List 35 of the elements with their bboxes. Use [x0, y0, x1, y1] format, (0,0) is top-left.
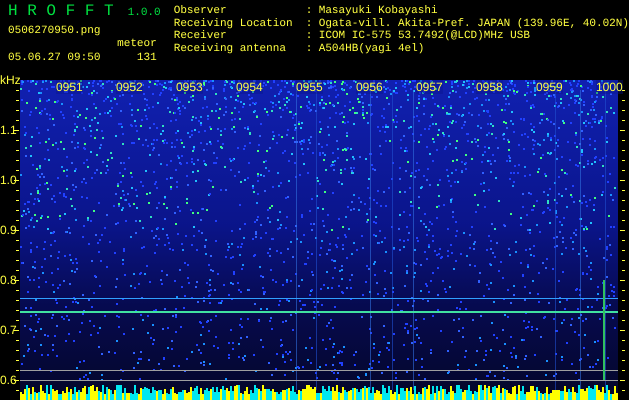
separator: : [306, 18, 314, 30]
time-label: 0957 [416, 80, 443, 94]
time-label: 0953 [176, 80, 203, 94]
info-value: ICOM IC-575 53.7492(@LCD)MHz USB [318, 30, 530, 42]
axis-label: 1.1 [0, 124, 17, 136]
axis-label: 0.6 [0, 374, 17, 386]
time-label: 0956 [356, 80, 383, 94]
unit-label: kHz [0, 74, 21, 86]
app-title: H R O F F T [8, 2, 114, 20]
info-value: Ogata-vill. Akita-Pref. JAPAN (139.96E, 40.02N) [318, 18, 629, 30]
axis-label: 0.9 [0, 224, 17, 236]
time-label: 0959 [536, 80, 563, 94]
separator: : [306, 42, 314, 55]
date-time: 05.06.27 09:50 [8, 52, 100, 64]
time-label: 0954 [236, 80, 263, 94]
info-value: Masayuki Kobayashi [318, 5, 438, 18]
axis-label: 0.8 [0, 274, 17, 286]
time-label: 0952 [116, 80, 143, 94]
info-label: Receiving antenna [174, 42, 287, 55]
file-name: 0506270950.png [8, 24, 100, 38]
meteor-count: 131 [136, 52, 157, 64]
separator: : [306, 30, 314, 42]
time-label: 0955 [296, 80, 323, 94]
info-label: Observer [174, 5, 228, 18]
version-label: 1.0.0 [128, 6, 161, 21]
axis-label: 1.0 [0, 174, 17, 186]
time-label: 0958 [476, 80, 503, 94]
info-label: Receiver [174, 30, 228, 42]
axis-label: 0.7 [0, 324, 17, 336]
counter-label: meteor [117, 38, 157, 50]
info-value: A504HB(yagi 4el) [318, 42, 424, 55]
time-label: 0951 [56, 80, 83, 94]
info-label: Receiving Location [174, 18, 294, 30]
separator: : [306, 5, 314, 18]
time-label: 1000 [596, 80, 623, 94]
